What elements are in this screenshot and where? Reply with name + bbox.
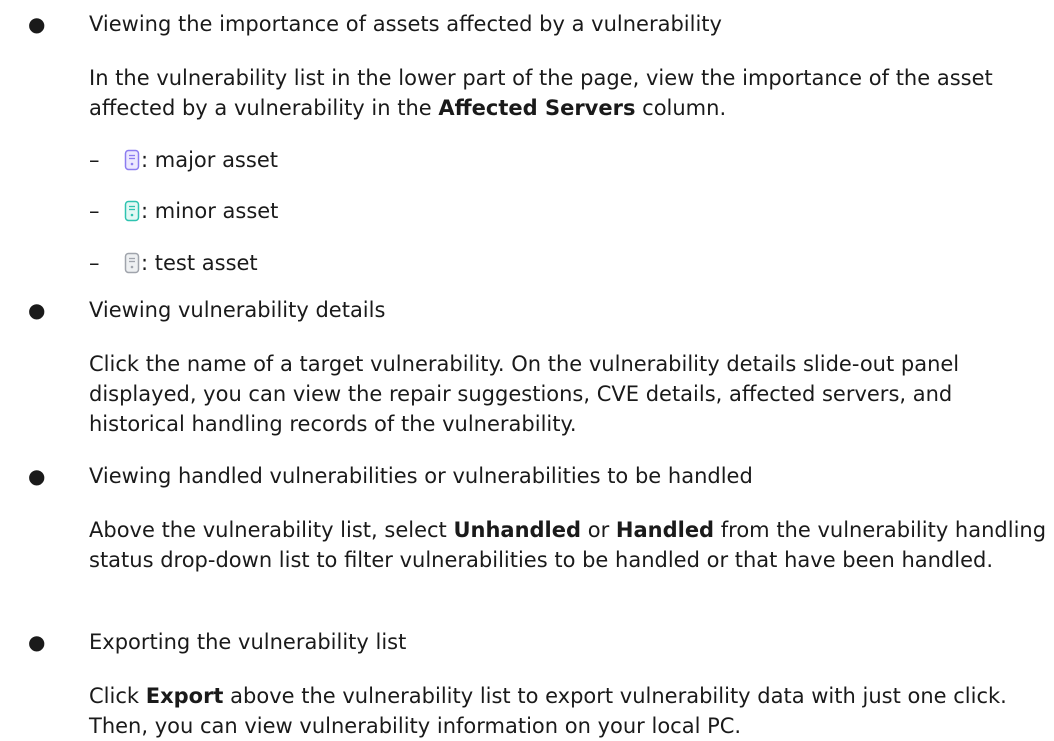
dash-marker: – [89,199,100,223]
bold-term-affected-servers: Affected Servers [438,96,636,120]
bullet-marker: ● [28,12,46,36]
bullet-heading-export: Exporting the vulnerability list [89,630,407,654]
document-page: ● Viewing the importance of assets affec… [0,0,1054,738]
asset-level-major: : major asset [124,145,278,175]
dash-marker: – [89,148,100,172]
bullet-heading-asset-importance: Viewing the importance of assets affecte… [89,12,722,36]
server-icon-minor [124,200,140,222]
bold-term-unhandled: Unhandled [453,518,582,542]
asset-level-test: : test asset [124,248,258,278]
asset-level-label: : test asset [141,251,258,275]
bullet-marker: ● [28,464,46,488]
bold-term-export: Export [145,684,224,708]
asset-level-label: : major asset [141,148,278,172]
paragraph-vulnerability-details: Click the name of a target vulnerability… [89,352,960,436]
dash-marker: – [89,251,100,275]
paragraph-text: or [581,518,616,542]
asset-level-minor: : minor asset [124,196,278,226]
server-icon-major [124,149,140,171]
bullet-heading-handled-vulnerabilities: Viewing handled vulnerabilities or vulne… [89,464,753,488]
paragraph-handled-vulnerabilities: Above the vulnerability list, select Unh… [89,515,1049,575]
bullet-heading-vulnerability-details: Viewing vulnerability details [89,298,386,322]
bullet-marker: ● [28,630,46,654]
bullet-marker: ● [28,298,46,322]
paragraph-export: Click Export above the vulnerability lis… [89,681,1049,741]
paragraph-asset-importance: In the vulnerability list in the lower p… [89,63,1049,123]
paragraph-text: above the vulnerability list to export v… [89,684,1007,738]
bold-term-handled: Handled [615,518,715,542]
server-icon-test [124,252,140,274]
paragraph-text: column. [635,96,727,120]
paragraph-text: Above the vulnerability list, select [89,518,454,542]
paragraph-text: Click [89,684,146,708]
asset-level-label: : minor asset [141,199,279,223]
